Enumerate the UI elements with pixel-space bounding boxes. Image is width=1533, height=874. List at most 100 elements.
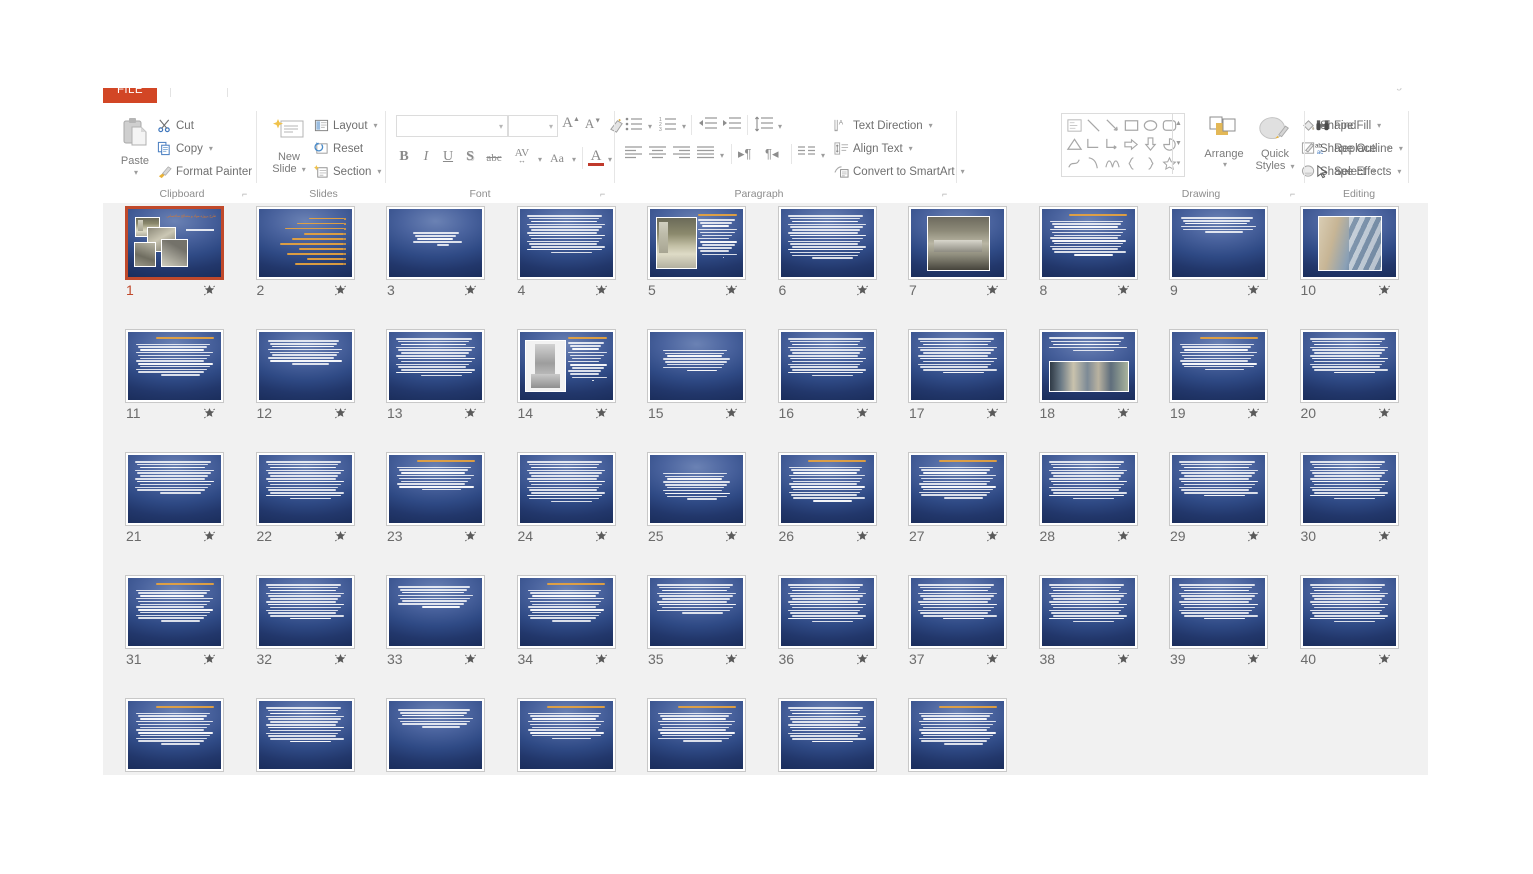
- line-spacing-button[interactable]: [754, 116, 773, 137]
- star-transition-icon[interactable]: [464, 284, 477, 297]
- slide-thumbnail-frame[interactable]: [1038, 575, 1138, 649]
- font-size-input[interactable]: ▾: [508, 115, 558, 137]
- cut-button[interactable]: Cut: [157, 118, 194, 133]
- slide-thumbnail-frame[interactable]: [516, 575, 616, 649]
- slide-thumbnail-frame[interactable]: [125, 452, 224, 526]
- slide-thumbnail-34[interactable]: 34: [516, 575, 618, 667]
- shape-arrow[interactable]: [1104, 117, 1121, 134]
- layout-dropdown-arrow[interactable]: ▾: [374, 121, 378, 130]
- numbering-button[interactable]: 1 2 3: [659, 116, 677, 137]
- slide-thumbnail-frame[interactable]: [386, 452, 485, 526]
- slide-thumbnail-8[interactable]: 8: [1038, 206, 1140, 298]
- star-transition-icon[interactable]: [464, 407, 477, 420]
- slide-thumbnail-frame[interactable]: [125, 575, 224, 649]
- star-transition-icon[interactable]: [1378, 530, 1391, 543]
- slide-thumbnail-9[interactable]: 9: [1169, 206, 1270, 298]
- select-dropdown-arrow[interactable]: ▾: [1372, 167, 1376, 176]
- format-painter-button[interactable]: Format Painter: [157, 164, 252, 179]
- slide-thumbnail-frame[interactable]: [908, 329, 1007, 403]
- slide-thumbnail-29[interactable]: 29: [1169, 452, 1270, 544]
- new-slide-button[interactable]: New Slide ▾: [265, 117, 313, 175]
- shape-rectangle[interactable]: [1123, 117, 1140, 134]
- slide-thumbnail-40[interactable]: 40: [1299, 575, 1401, 667]
- slide-thumbnail-28[interactable]: 28: [1038, 452, 1140, 544]
- italic-button[interactable]: I: [418, 149, 434, 165]
- slide-thumbnail-frame[interactable]: [516, 698, 616, 772]
- slide-thumbnail-30[interactable]: 30: [1299, 452, 1401, 544]
- slide-thumbnail-3[interactable]: 3: [386, 206, 487, 298]
- shape-freeform[interactable]: [1066, 155, 1083, 172]
- replace-button[interactable]: ab ac Replace ▾: [1315, 141, 1390, 157]
- star-transition-icon[interactable]: [1247, 284, 1260, 297]
- shapes-more-icon[interactable]: ▾: [1173, 154, 1184, 174]
- slide-thumbnail-frame[interactable]: [908, 698, 1007, 772]
- sign-in-link[interactable]: Sign in: [1386, 88, 1420, 91]
- star-transition-icon[interactable]: [986, 407, 999, 420]
- shape-textbox[interactable]: [1066, 117, 1083, 134]
- slide-thumbnail-46[interactable]: 46: [777, 698, 879, 775]
- columns-button[interactable]: [798, 145, 815, 165]
- slide-thumbnail-11[interactable]: 11: [125, 329, 226, 421]
- slide-thumbnail-frame[interactable]: [647, 206, 746, 280]
- slide-thumbnail-19[interactable]: 19: [1169, 329, 1270, 421]
- slide-thumbnail-frame[interactable]: [386, 206, 485, 280]
- slide-thumbnail-frame[interactable]: [908, 452, 1007, 526]
- slide-thumbnail-32[interactable]: 32: [255, 575, 357, 667]
- font-dialog-launcher[interactable]: ⌐: [600, 190, 609, 199]
- underline-button[interactable]: U: [440, 149, 456, 165]
- slide-thumbnail-frame[interactable]: [647, 329, 746, 403]
- slide-thumbnail-25[interactable]: 25: [647, 452, 748, 544]
- quick-styles-dropdown-arrow[interactable]: ▾: [1291, 162, 1295, 171]
- slide-thumbnail-frame[interactable]: [777, 452, 877, 526]
- slide-thumbnail-frame[interactable]: ‫طرح پروژه مواد و مصالح ساختمانی‬: [125, 206, 224, 280]
- slide-thumbnail-26[interactable]: 26: [777, 452, 879, 544]
- star-transition-icon[interactable]: [203, 284, 216, 297]
- star-transition-icon[interactable]: [595, 530, 608, 543]
- tab-view[interactable]: VIEW: [735, 88, 766, 91]
- font-color-dropdown-arrow[interactable]: ▾: [608, 155, 612, 164]
- slide-sorter-pane[interactable]: ‫طرح پروژه مواد و مصالح ساختمانی‬ 1 2 3 4 5 6 7…: [103, 203, 1428, 775]
- slide-thumbnail-22[interactable]: 22: [255, 452, 357, 544]
- section-dropdown-arrow[interactable]: ▾: [377, 167, 381, 176]
- select-button[interactable]: Select ▾: [1315, 164, 1376, 179]
- star-transition-icon[interactable]: [986, 530, 999, 543]
- slide-thumbnail-16[interactable]: 16: [777, 329, 879, 421]
- slide-thumbnail-frame[interactable]: [1038, 329, 1138, 403]
- tab-home[interactable]: HOME: [169, 88, 229, 97]
- slide-thumbnail-frame[interactable]: [516, 452, 616, 526]
- star-transition-icon[interactable]: [1378, 407, 1391, 420]
- slide-thumbnail-42[interactable]: 42: [255, 698, 357, 775]
- star-transition-icon[interactable]: [595, 407, 608, 420]
- reset-button[interactable]: Reset: [314, 141, 363, 156]
- slide-thumbnail-1[interactable]: ‫طرح پروژه مواد و مصالح ساختمانی‬ 1: [125, 206, 226, 298]
- star-transition-icon[interactable]: [595, 653, 608, 666]
- convert-to-smartart-button[interactable]: Convert to SmartArt ▾: [834, 164, 965, 179]
- star-transition-icon[interactable]: [856, 530, 869, 543]
- character-spacing-dropdown-arrow[interactable]: ▾: [538, 155, 542, 164]
- slide-thumbnail-27[interactable]: 27: [908, 452, 1009, 544]
- star-transition-icon[interactable]: [1378, 284, 1391, 297]
- justify-button[interactable]: [697, 145, 714, 165]
- star-transition-icon[interactable]: [856, 284, 869, 297]
- slide-thumbnail-frame[interactable]: [1038, 206, 1138, 280]
- slide-thumbnail-7[interactable]: 7: [908, 206, 1009, 298]
- slide-thumbnail-31[interactable]: 31: [125, 575, 226, 667]
- slide-thumbnail-44[interactable]: 44: [516, 698, 618, 775]
- star-transition-icon[interactable]: [1247, 653, 1260, 666]
- bullets-dropdown-arrow[interactable]: ▾: [648, 122, 652, 131]
- new-slide-dropdown-arrow[interactable]: ▾: [302, 165, 306, 174]
- slide-thumbnail-33[interactable]: 33: [386, 575, 487, 667]
- numbering-dropdown-arrow[interactable]: ▾: [682, 122, 686, 131]
- slide-thumbnail-frame[interactable]: [647, 575, 746, 649]
- star-transition-icon[interactable]: [725, 407, 738, 420]
- star-transition-icon[interactable]: [986, 653, 999, 666]
- slide-thumbnail-frame[interactable]: [255, 206, 355, 280]
- star-transition-icon[interactable]: [595, 284, 608, 297]
- clipboard-dialog-launcher[interactable]: ⌐: [242, 190, 251, 199]
- slide-thumbnail-frame[interactable]: [777, 698, 877, 772]
- tab-animations[interactable]: ANIMATIONS: [473, 88, 548, 91]
- slide-thumbnail-frame[interactable]: [1038, 452, 1138, 526]
- slide-thumbnail-45[interactable]: 45: [647, 698, 748, 775]
- shape-elbow-connector[interactable]: [1085, 136, 1102, 153]
- slide-thumbnail-frame[interactable]: [255, 698, 355, 772]
